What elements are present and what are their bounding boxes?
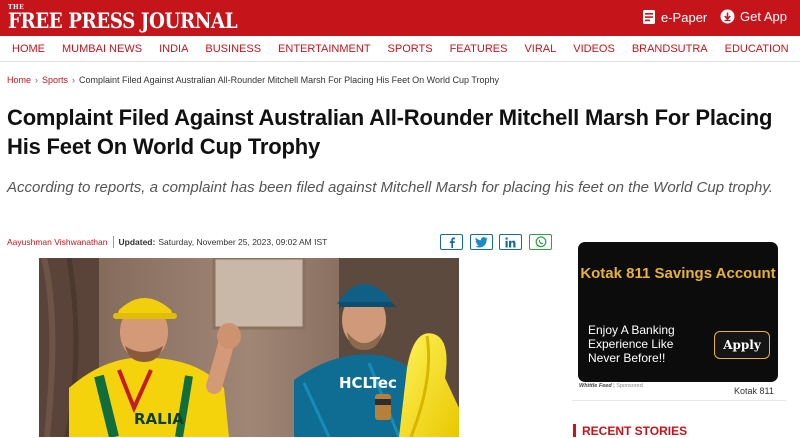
ad-credit: Whittle Feed | Sponsored [579,383,643,389]
article-headline: Complaint Filed Against Australian All-R… [7,105,773,159]
top-header-bar: THE FREE PRESS JOURNAL e-Paper Get App [0,0,800,36]
chevron-right-icon: › [72,75,76,85]
jersey-right-text: HCLTec [339,374,397,392]
author-link[interactable]: Aayushman Vishwanathan [7,237,108,247]
nav-item-business[interactable]: BUSINESS [205,43,261,55]
ad-credit-brand: Whittle Feed [579,383,612,389]
article-summary: According to reports, a complaint has be… [7,179,773,196]
whatsapp-icon [535,236,546,248]
sidebar-divider [572,400,786,401]
download-icon [720,9,735,24]
updated-label: Updated: [118,237,156,247]
nav-item-sports[interactable]: SPORTS [388,43,433,55]
breadcrumb-home[interactable]: Home [7,75,31,85]
ad-brand-name[interactable]: Kotak 811 [734,386,774,396]
byline-divider [112,236,114,248]
nav-item-entertainment[interactable]: ENTERTAINMENT [278,43,371,55]
share-twitter-button[interactable] [470,234,493,250]
nav-item-mumbai-news[interactable]: MUMBAI NEWS [62,43,142,55]
breadcrumb: Home › Sports › Complaint Filed Against Aust… [7,75,499,85]
linkedin-icon [505,236,516,247]
breadcrumb-sports[interactable]: Sports [42,75,68,85]
epaper-link[interactable]: e-Paper [642,9,707,25]
ad-title: Kotak 811 Savings Account [580,265,776,282]
share-linkedin-button[interactable] [499,234,522,250]
get-app-link[interactable]: Get App [720,9,787,24]
ad-credit-sponsored: | Sponsored [611,383,643,389]
nav-item-home[interactable]: HOME [12,43,45,55]
nav-item-india[interactable]: INDIA [159,43,188,55]
breadcrumb-current: Complaint Filed Against Australian All-R… [79,75,500,85]
article-photo-image: RALIA HCLTec [39,258,459,437]
facebook-icon [449,237,455,248]
logo-text: FREE PRESS JOURNAL [8,8,238,33]
recent-stories-heading: RECENT STORIES [573,424,687,438]
epaper-icon [643,10,655,24]
share-whatsapp-button[interactable] [529,234,552,250]
nav-item-features[interactable]: FEATURES [450,43,508,55]
nav-item-brandsutra[interactable]: BRANDSUTRA [632,43,708,55]
article-byline: Aayushman Vishwanathan Updated: Saturday… [7,236,327,248]
nav-item-videos[interactable]: VIDEOS [573,43,615,55]
updated-date: Saturday, November 25, 2023, 09:02 AM IS… [158,237,328,247]
get-app-label: Get App [740,9,787,24]
nav-item-education[interactable]: EDUCATION [725,43,789,55]
jersey-left-text: RALIA [134,410,184,428]
share-facebook-button[interactable] [440,234,463,250]
chevron-right-icon: › [35,75,39,85]
ad-apply-button[interactable]: Apply [714,331,770,359]
sponsored-ad[interactable]: Kotak 811 Savings Account Enjoy A Bankin… [578,242,778,382]
main-nav: HOME MUMBAI NEWS INDIA BUSINESS ENTERTAI… [0,36,800,62]
ad-body: Enjoy A Banking Experience Like Never Be… [588,323,675,365]
epaper-label: e-Paper [661,9,708,25]
nav-item-viral[interactable]: VIRAL [524,43,556,55]
article-photo: RALIA HCLTec [39,258,459,437]
twitter-icon [475,236,488,247]
